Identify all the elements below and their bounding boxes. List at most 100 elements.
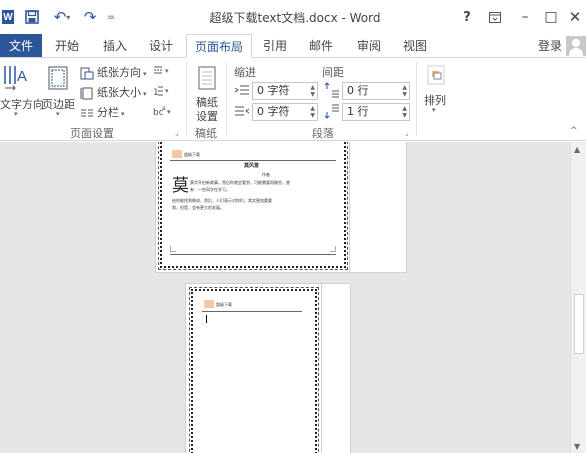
ribbon-tabs: 文件 开始 插入 设计 页面布局 引用 邮件 审阅 视图 登录	[0, 34, 586, 58]
arrange-icon	[427, 65, 445, 85]
text-direction-label: 文字方向	[0, 98, 44, 111]
indent-left-icon	[234, 84, 250, 99]
size-label: 纸张大小	[97, 86, 141, 99]
columns-button[interactable]: 分栏 ▾	[80, 104, 125, 120]
page-header-text: 超级下载	[184, 152, 200, 157]
doc-subtitle: 作者	[262, 172, 270, 177]
page-art-border	[189, 287, 319, 453]
draft-paper-icon	[198, 66, 216, 90]
spacing-after-input[interactable]: 1 行 ▲ ▼	[342, 103, 410, 121]
scrollbar-thumb[interactable]	[574, 294, 584, 354]
save-icon[interactable]	[24, 8, 40, 26]
spacing-after-icon	[324, 103, 340, 122]
customize-qat-icon[interactable]: =	[106, 8, 116, 26]
chevron-down-icon: ▾	[432, 106, 436, 114]
margins-button[interactable]: 页边距 ▾	[40, 62, 76, 118]
undo-icon[interactable]: ↶ ▾	[50, 8, 74, 26]
hyphenation-button[interactable]: bc a ▾	[152, 104, 174, 120]
svg-text:▾: ▾	[165, 67, 169, 75]
indent-right-input[interactable]: 0 字符 ▲ ▼	[252, 103, 318, 121]
minimize-button[interactable]: –	[512, 6, 538, 28]
header-rule	[202, 311, 302, 312]
tab-insert[interactable]: 插入	[100, 34, 130, 58]
body-line-4: 和，但是，会有更大的发展。	[172, 205, 224, 210]
word-app-icon[interactable]: W	[0, 8, 16, 26]
spacing-before-icon	[324, 82, 340, 101]
breaks-icon: ▾	[154, 66, 169, 75]
group-label-page-setup: 页面设置	[70, 127, 114, 140]
avatar[interactable]	[566, 36, 586, 56]
svg-text:A: A	[17, 68, 27, 85]
tab-review[interactable]: 审阅	[354, 34, 384, 58]
ribbon: A 文字方向 ▾ 页边距 ▾ 纸张方向 ▾ 纸张大小 ▾ 分栏 ▾ ▾ 1 ▾ bc a ▾…	[0, 57, 586, 141]
window-title: 超级下载text文档.docx - Word	[209, 11, 381, 25]
body-line-2: 有：一些同学在学习。	[190, 187, 230, 192]
breaks-button[interactable]: ▾	[152, 64, 174, 80]
tab-view[interactable]: 视图	[400, 34, 430, 58]
indent-header: 缩进	[234, 66, 256, 79]
collapse-ribbon-icon[interactable]: ^	[570, 126, 578, 136]
tab-mailings[interactable]: 邮件	[308, 34, 334, 58]
tab-references[interactable]: 引用	[262, 34, 288, 58]
svg-text:a: a	[162, 105, 166, 112]
tab-design[interactable]: 设计	[146, 34, 176, 58]
size-button[interactable]: 纸张大小 ▾	[80, 84, 147, 100]
group-separator	[416, 62, 417, 136]
columns-icon	[80, 107, 94, 120]
spinner-arrows-icon[interactable]: ▲ ▼	[402, 105, 407, 119]
header-logo	[172, 150, 182, 158]
close-button[interactable]: ✕	[562, 6, 586, 28]
margins-icon	[48, 66, 68, 90]
drop-cap: 莫	[172, 176, 189, 196]
spacing-header: 间距	[322, 66, 344, 79]
group-label-paragraph: 段落	[312, 127, 334, 140]
body-line-1: 莫字开启新故事，然后你就会看到，可能需要再做些，曾	[190, 180, 290, 185]
spacing-before-input[interactable]: 0 行 ▲ ▼	[342, 82, 410, 100]
chevron-down-icon: ▾	[56, 110, 60, 118]
title-bar: W ↶ ▾ ↷ = 超级下载text文档.docx - Word ? – □ ✕	[0, 0, 586, 34]
tab-home[interactable]: 开始	[52, 34, 82, 58]
crop-mark	[170, 246, 176, 252]
scroll-down-icon[interactable]: ▼	[574, 442, 580, 451]
crop-mark	[330, 246, 336, 252]
tab-file[interactable]: 文件	[0, 34, 42, 58]
hyphenation-icon: bca ▾	[153, 105, 171, 118]
document-canvas[interactable]: 超级下载 莫风意 作者 莫 莫字开启新故事，然后你就会看到，可能需要再做些，曾 …	[0, 142, 570, 453]
page-right-margin	[350, 142, 406, 272]
group-separator	[226, 62, 227, 136]
indent-left-input[interactable]: 0 字符 ▲ ▼	[252, 82, 318, 100]
vertical-scrollbar[interactable]: ▲ ▼	[570, 142, 586, 453]
svg-text:1: 1	[153, 88, 159, 97]
header-logo	[204, 300, 214, 308]
text-direction-button[interactable]: A 文字方向 ▾	[0, 62, 44, 118]
scroll-up-icon[interactable]: ▲	[574, 145, 580, 154]
spinner-arrows-icon[interactable]: ▲ ▼	[402, 84, 407, 98]
paragraph-launcher-icon[interactable]: ⌟	[405, 128, 409, 137]
sign-in-link[interactable]: 登录	[538, 34, 562, 58]
svg-text:▾: ▾	[167, 108, 171, 116]
tab-page-layout[interactable]: 页面布局	[186, 34, 252, 58]
orientation-icon	[80, 67, 94, 80]
svg-text:▾: ▾	[165, 87, 169, 95]
spinner-arrows-icon[interactable]: ▲ ▼	[310, 84, 315, 98]
maximize-button[interactable]: □	[538, 6, 564, 28]
arrange-button[interactable]: 排列 ▾	[420, 62, 452, 122]
group-label-draft-paper: 稿纸	[195, 127, 217, 140]
doc-title: 莫风意	[244, 163, 260, 169]
draft-paper-settings-button[interactable]: 稿纸 设置	[192, 62, 222, 123]
spinner-arrows-icon[interactable]: ▲ ▼	[310, 105, 315, 119]
columns-label: 分栏	[97, 106, 119, 119]
ribbon-display-options-icon[interactable]	[482, 6, 508, 28]
text-direction-icon: A	[4, 66, 27, 91]
document-page[interactable]: 超级下载 莫风意 作者 莫 莫字开启新故事，然后你就会看到，可能需要再做些，曾 …	[156, 142, 350, 272]
help-button[interactable]: ?	[454, 6, 480, 28]
orientation-label: 纸张方向	[97, 66, 141, 79]
header-rule	[170, 160, 336, 161]
orientation-button[interactable]: 纸张方向 ▾	[80, 64, 147, 80]
group-separator	[186, 62, 187, 136]
document-page[interactable]: 超级下载	[186, 284, 322, 453]
redo-icon[interactable]: ↷	[82, 8, 98, 26]
paper-size-icon	[80, 87, 94, 100]
page-setup-launcher-icon[interactable]: ⌟	[175, 128, 179, 137]
line-numbers-button[interactable]: 1 ▾	[152, 84, 174, 100]
